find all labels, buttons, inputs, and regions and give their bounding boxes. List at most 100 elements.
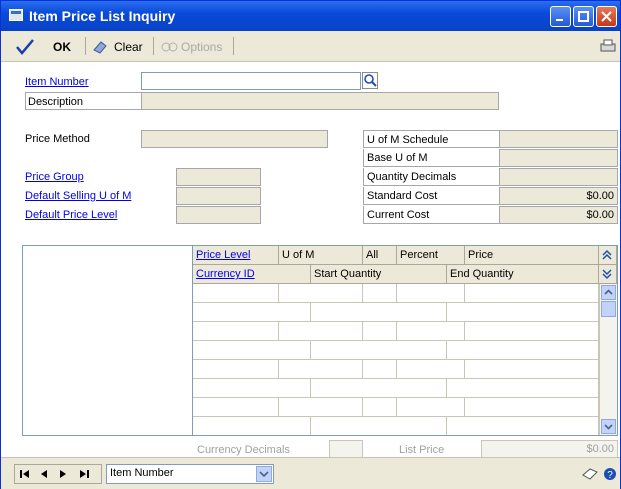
header-start-quantity: Start Quantity <box>311 265 447 284</box>
title-bar: Item Price List Inquiry <box>1 1 620 31</box>
grid-cell[interactable] <box>363 284 397 303</box>
grid-cell[interactable] <box>397 284 465 303</box>
base-uofm-label: Base U of M <box>363 149 499 167</box>
grid-cell[interactable] <box>363 322 397 341</box>
currency-decimals-field <box>329 440 363 458</box>
scroll-thumb[interactable] <box>601 301 616 317</box>
note-icon[interactable] <box>581 467 599 481</box>
price-group-link[interactable]: Price Group <box>25 168 84 186</box>
dropdown-button[interactable] <box>256 466 272 482</box>
toolbar-divider <box>153 37 154 55</box>
grid-cell[interactable] <box>311 303 447 322</box>
minimize-icon <box>556 19 563 21</box>
price-method-label: Price Method <box>25 133 90 145</box>
next-record-icon[interactable] <box>59 469 67 479</box>
maximize-button[interactable] <box>573 6 594 27</box>
standard-cost-field: $0.00 <box>499 187 618 205</box>
grid-cell[interactable] <box>311 341 447 360</box>
double-chevron-up-icon <box>602 249 612 260</box>
close-icon <box>601 11 612 22</box>
help-icon[interactable]: ? <box>603 466 617 482</box>
svg-text:?: ? <box>607 470 613 481</box>
grid-cell[interactable] <box>279 360 363 379</box>
grid-cell[interactable] <box>193 284 279 303</box>
uofm-schedule-label: U of M Schedule <box>363 130 499 148</box>
item-number-input[interactable] <box>141 72 361 90</box>
grid-cell[interactable] <box>447 341 599 360</box>
list-price-field: $0.00 <box>481 440 618 458</box>
options-icon <box>161 42 178 52</box>
grid-cell[interactable] <box>193 322 279 341</box>
chevron-down-icon <box>604 424 613 430</box>
grid-cell[interactable] <box>363 360 397 379</box>
header-end-quantity: End Quantity <box>447 265 599 284</box>
sort-by-dropdown[interactable]: Item Number <box>106 464 274 484</box>
form-area: Item Number Description Price Method Pri… <box>1 62 620 458</box>
grid-cell[interactable] <box>311 379 447 398</box>
grid-cell[interactable] <box>363 398 397 417</box>
grid-cell[interactable] <box>465 284 599 303</box>
status-bar: Item Number ? <box>1 457 620 489</box>
grid-cell[interactable] <box>397 360 465 379</box>
header-price-level[interactable]: Price Level <box>193 246 279 265</box>
header-price: Price <box>465 246 599 265</box>
grid-cell[interactable] <box>447 417 599 435</box>
grid-cell[interactable] <box>279 398 363 417</box>
header-currency-id[interactable]: Currency ID <box>193 265 311 284</box>
price-grid[interactable]: Price Level U of M All Percent Price Cur… <box>192 245 618 436</box>
close-button[interactable] <box>596 6 617 27</box>
grid-cell[interactable] <box>193 379 311 398</box>
grid-scrollbar[interactable] <box>599 284 617 435</box>
grid-cell[interactable] <box>447 303 599 322</box>
grid-cell[interactable] <box>193 417 311 435</box>
previous-record-icon[interactable] <box>40 469 48 479</box>
scroll-down-button[interactable] <box>601 419 616 434</box>
ok-button[interactable]: OK <box>53 40 71 54</box>
checkmark-icon[interactable] <box>15 38 35 56</box>
price-group-field <box>176 168 261 186</box>
grid-cell[interactable] <box>465 398 599 417</box>
grid-cell[interactable] <box>465 360 599 379</box>
first-record-icon[interactable] <box>20 469 31 479</box>
grid-cell[interactable] <box>193 341 311 360</box>
chevron-up-icon <box>604 289 613 295</box>
price-method-field <box>141 130 328 148</box>
header-all: All <box>363 246 397 265</box>
default-selling-uofm-link[interactable]: Default Selling U of M <box>25 187 131 205</box>
item-number-link[interactable]: Item Number <box>25 73 89 91</box>
current-cost-label: Current Cost <box>363 206 499 224</box>
grid-cell[interactable] <box>193 360 279 379</box>
window-app-icon <box>9 9 23 21</box>
lookup-icon[interactable] <box>362 72 378 89</box>
scroll-up-button[interactable] <box>601 285 616 300</box>
collapse-rows-button[interactable] <box>599 265 617 284</box>
record-navigation <box>14 464 102 484</box>
price-level-list[interactable] <box>22 245 193 436</box>
printer-icon[interactable] <box>599 38 617 54</box>
clear-button[interactable]: Clear <box>114 40 143 54</box>
chevron-down-icon <box>259 471 269 478</box>
grid-cell[interactable] <box>447 379 599 398</box>
options-button[interactable]: Options <box>181 40 222 54</box>
grid-cell[interactable] <box>193 398 279 417</box>
uofm-schedule-field <box>499 130 618 148</box>
grid-cell[interactable] <box>465 322 599 341</box>
description-label: Description <box>25 92 141 110</box>
toolbar-divider <box>85 37 86 55</box>
expand-rows-button[interactable] <box>599 246 617 265</box>
grid-cell[interactable] <box>397 398 465 417</box>
header-percent: Percent <box>397 246 465 265</box>
toolbar: OK Clear Options <box>1 31 620 62</box>
default-price-level-field <box>176 206 261 224</box>
minimize-button[interactable] <box>550 6 571 27</box>
last-record-icon[interactable] <box>79 469 90 479</box>
default-price-level-link[interactable]: Default Price Level <box>25 206 117 224</box>
grid-cell[interactable] <box>397 322 465 341</box>
grid-cell[interactable] <box>279 284 363 303</box>
standard-cost-label: Standard Cost <box>363 187 499 205</box>
grid-cell[interactable] <box>193 303 311 322</box>
maximize-icon <box>578 11 589 22</box>
eraser-icon[interactable] <box>92 40 108 54</box>
grid-cell[interactable] <box>279 322 363 341</box>
grid-cell[interactable] <box>311 417 447 435</box>
